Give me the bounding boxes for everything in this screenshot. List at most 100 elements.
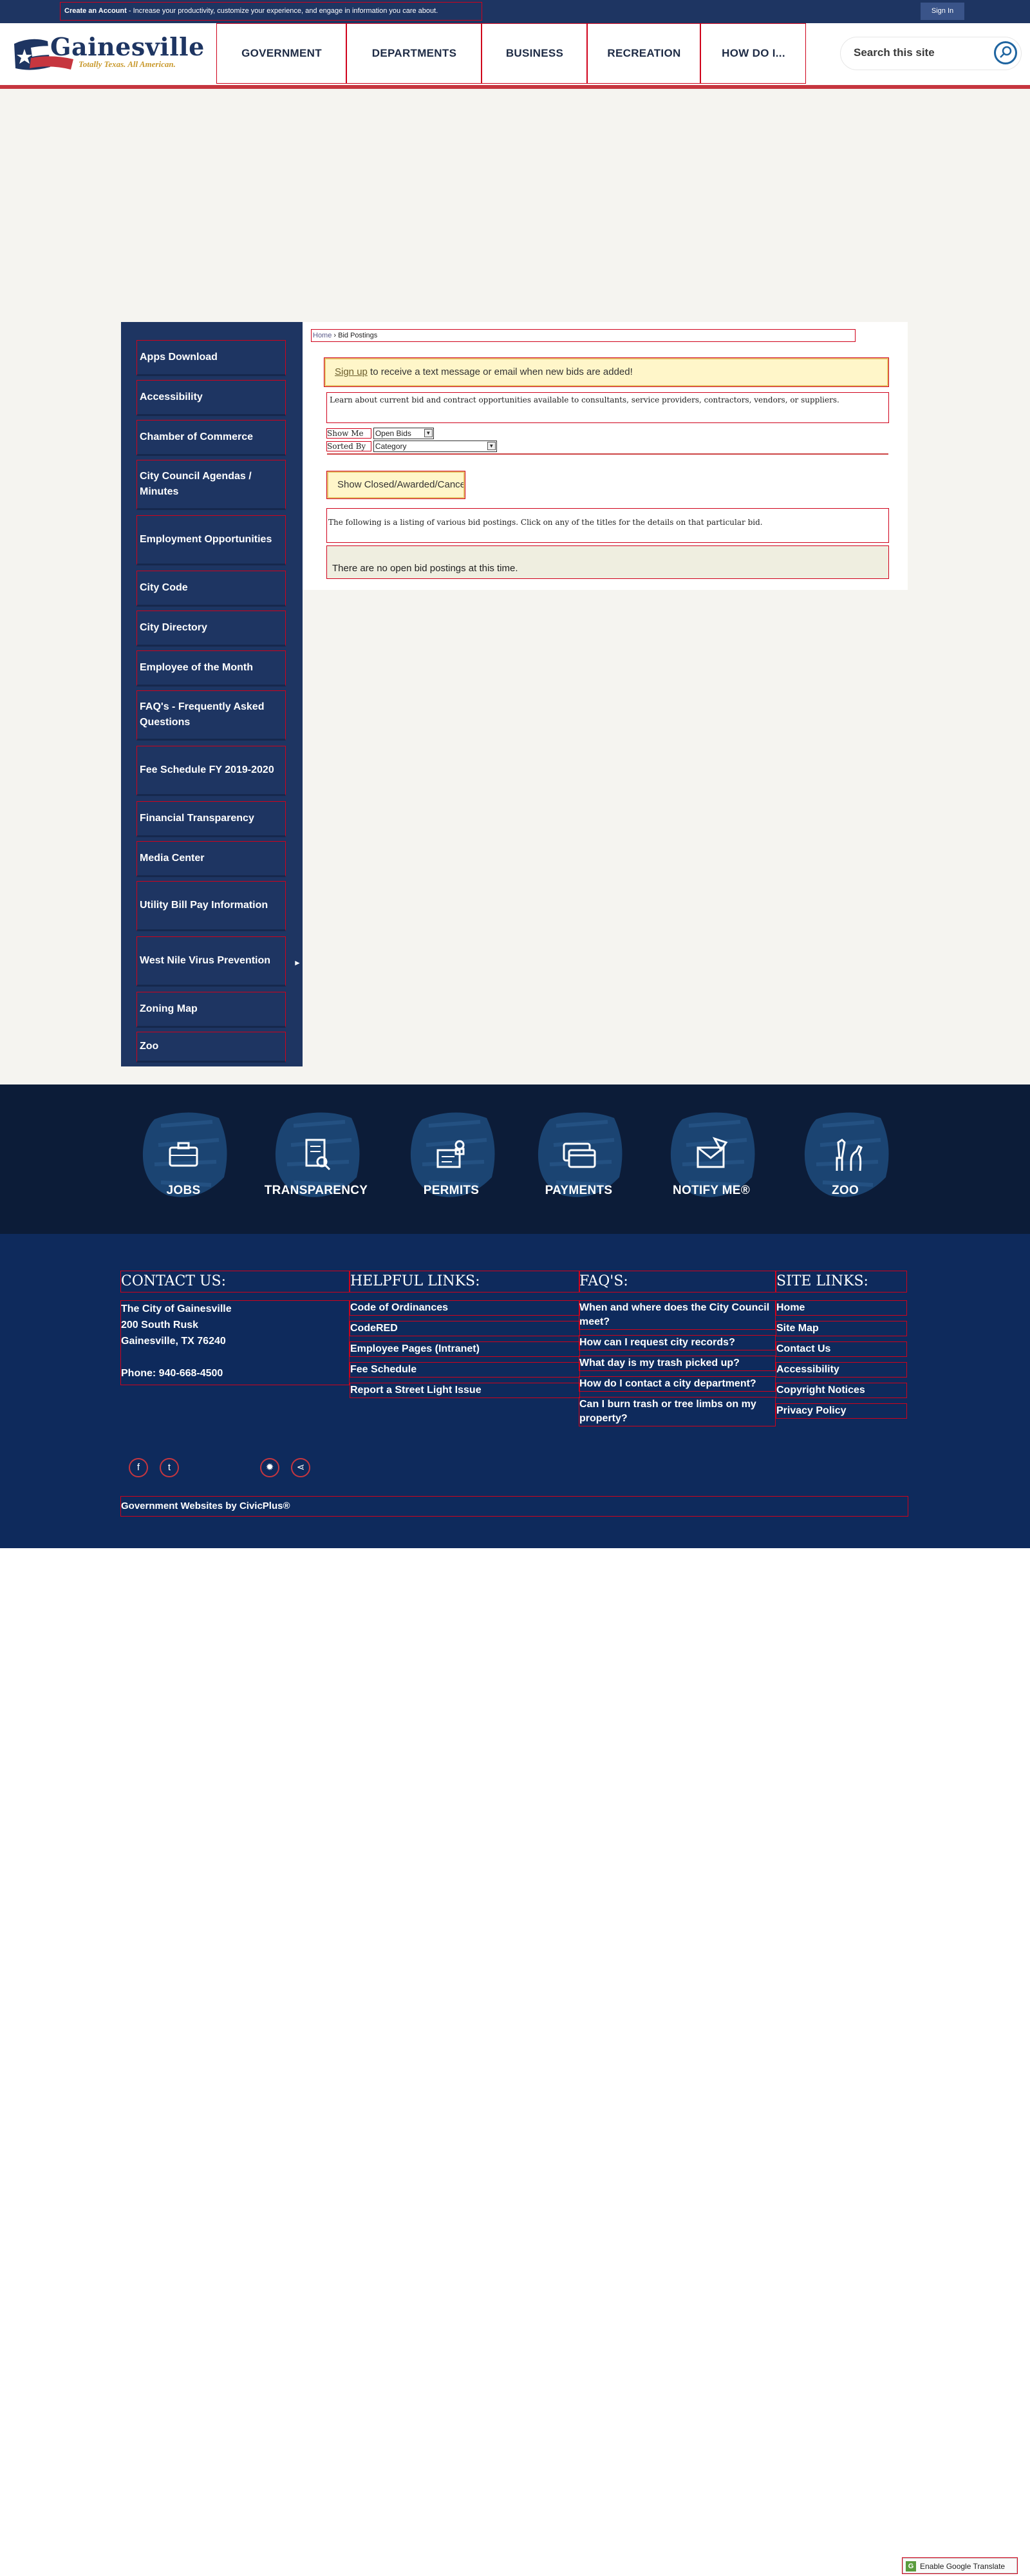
envelope-notify-icon [697,1137,728,1168]
quick-links-band: JOBS TRANSPARENCY PERMITS PAYMENTS NOTIF… [0,1084,1030,1234]
site-link[interactable]: Contact Us [776,1341,907,1357]
sidebar-item-financial-transparency[interactable]: Financial Transparency [136,801,286,837]
contact-heading: CONTACT US: [120,1271,350,1293]
divider [327,453,888,455]
site-search: Search this site [841,37,1021,70]
sorted-by-filter: Sorted By Category ▼ [326,440,497,452]
bid-intro-text: Learn about current bid and contract opp… [326,392,889,423]
google-translate-icon: G [906,2561,916,2571]
quick-link-label: PERMITS [423,1184,480,1197]
nav-how-do-i[interactable]: HOW DO I... [700,23,806,84]
quick-link-payments[interactable]: PAYMENTS [521,1106,631,1209]
nav-government[interactable]: GOVERNMENT [216,23,346,84]
sidebar-item-west-nile[interactable]: West Nile Virus Prevention [136,936,286,987]
faq-link[interactable]: When and where does the City Council mee… [579,1300,776,1330]
quick-link-notify-me[interactable]: NOTIFY ME® [654,1106,763,1209]
chevron-down-icon: ▼ [424,429,433,437]
nav-business[interactable]: BUSINESS [482,23,587,84]
sidebar-item-employment[interactable]: Employment Opportunities [136,515,286,565]
bid-notify-notice: Sign up to receive a text message or ema… [324,357,889,387]
main-nav: GOVERNMENT DEPARTMENTS BUSINESS RECREATI… [216,23,806,84]
quick-link-transparency[interactable]: TRANSPARENCY [259,1106,368,1209]
footer-link[interactable]: Code of Ordinances [350,1300,580,1316]
show-me-label: Show Me [326,428,371,439]
show-closed-bids-button[interactable]: Show Closed/Awarded/Cancelled Bids [326,471,465,499]
breadcrumb-current: Bid Postings [338,332,378,339]
sidebar-item-utility-bill-pay[interactable]: Utility Bill Pay Information [136,881,286,931]
faq-link[interactable]: What day is my trash picked up? [579,1356,776,1371]
sidebar-item-fee-schedule[interactable]: Fee Schedule FY 2019-2020 [136,746,286,796]
site-link[interactable]: Privacy Policy [776,1403,907,1419]
nav-departments[interactable]: DEPARTMENTS [346,23,482,84]
faq-link[interactable]: How do I contact a city department? [579,1376,776,1392]
contact-phone[interactable]: Phone: 940-668-4500 [121,1365,349,1381]
footer-link[interactable]: Report a Street Light Issue [350,1383,580,1398]
sign-in-button[interactable]: Sign In [921,3,964,20]
permit-stamp-icon [436,1140,465,1168]
site-link[interactable]: Home [776,1300,907,1316]
show-me-filter: Show Me Open Bids ▼ [326,428,434,439]
briefcase-icon [169,1142,198,1167]
credit-card-icon [563,1142,596,1168]
contact-line: The City of Gainesville [121,1303,232,1314]
sidebar-item-media-center[interactable]: Media Center [136,841,286,877]
site-link[interactable]: Accessibility [776,1362,907,1378]
site-link[interactable]: Copyright Notices [776,1383,907,1398]
sidebar-nav: Apps Download Accessibility Chamber of C… [121,322,303,1066]
sign-up-link[interactable]: Sign up [335,366,368,377]
quick-link-label: JOBS [166,1184,201,1197]
submenu-arrow-icon[interactable]: ► [294,958,301,967]
google-translate-widget[interactable]: G Enable Google Translate [902,2557,1018,2574]
search-input[interactable]: Search this site [854,46,935,59]
sidebar-item-city-directory[interactable]: City Directory [136,611,286,647]
sidebar-item-employee-of-month[interactable]: Employee of the Month [136,650,286,687]
site-logo[interactable]: Gainesville Totally Texas. All American. [10,30,204,76]
sidebar-item-chamber-of-commerce[interactable]: Chamber of Commerce [136,420,286,456]
sidebar-item-apps-download[interactable]: Apps Download [136,340,286,376]
create-account-link[interactable]: Create an Account - Increase your produc… [60,2,482,21]
footer-faqs: FAQ'S: When and where does the City Coun… [579,1271,776,1432]
sidebar-item-zoo[interactable]: Zoo [136,1032,286,1063]
breadcrumb-home[interactable]: Home [313,332,332,339]
share-icon[interactable]: ⋖ [291,1458,310,1477]
settings-gear-icon[interactable]: ✹ [260,1458,279,1477]
footer-link[interactable]: Fee Schedule [350,1362,580,1378]
contact-line: Gainesville, TX 76240 [121,1336,226,1347]
sidebar-item-council-agendas[interactable]: City Council Agendas / Minutes [136,460,286,510]
sorted-by-select[interactable]: Category ▼ [373,440,497,452]
facebook-icon[interactable]: f [129,1458,148,1477]
footer-contact: CONTACT US: The City of Gainesville 200 … [120,1271,350,1385]
faq-link[interactable]: How can I request city records? [579,1335,776,1350]
giraffe-icon [836,1139,863,1171]
civicplus-credit[interactable]: Government Websites by CivicPlus® [120,1496,908,1517]
quick-link-jobs[interactable]: JOBS [126,1106,236,1209]
site-links-heading: SITE LINKS: [776,1271,907,1293]
show-me-select[interactable]: Open Bids ▼ [373,428,434,439]
footer-link[interactable]: CodeRED [350,1321,580,1336]
sorted-by-label: Sorted By [326,440,371,451]
quick-link-label: PAYMENTS [545,1184,613,1197]
quick-link-permits[interactable]: PERMITS [394,1106,503,1209]
site-link[interactable]: Site Map [776,1321,907,1336]
utility-bar: Create an Account - Increase your produc… [0,0,1030,23]
nav-recreation[interactable]: RECREATION [587,23,700,84]
footer-helpful-links: HELPFUL LINKS: Code of Ordinances CodeRE… [350,1271,580,1404]
search-button[interactable] [994,41,1017,64]
faq-heading: FAQ'S: [579,1271,776,1293]
footer-link[interactable]: Employee Pages (Intranet) [350,1341,580,1357]
helpful-links-heading: HELPFUL LINKS: [350,1271,580,1293]
faq-link[interactable]: Can I burn trash or tree limbs on my pro… [579,1397,776,1426]
chevron-down-icon: ▼ [487,442,496,450]
quick-link-label: TRANSPARENCY [264,1184,368,1197]
search-icon [1000,46,1012,58]
document-search-icon [305,1139,331,1171]
quick-link-zoo[interactable]: ZOO [788,1106,897,1209]
sidebar-item-accessibility[interactable]: Accessibility [136,380,286,416]
sidebar-item-faqs[interactable]: FAQ's - Frequently Asked Questions [136,690,286,741]
contact-spacer [121,1349,349,1365]
sidebar-item-city-code[interactable]: City Code [136,571,286,607]
no-bids-message: There are no open bid postings at this t… [326,545,889,579]
twitter-icon[interactable]: t [160,1458,179,1477]
sidebar-item-zoning-map[interactable]: Zoning Map [136,992,286,1028]
quick-link-label: NOTIFY ME® [672,1184,751,1197]
